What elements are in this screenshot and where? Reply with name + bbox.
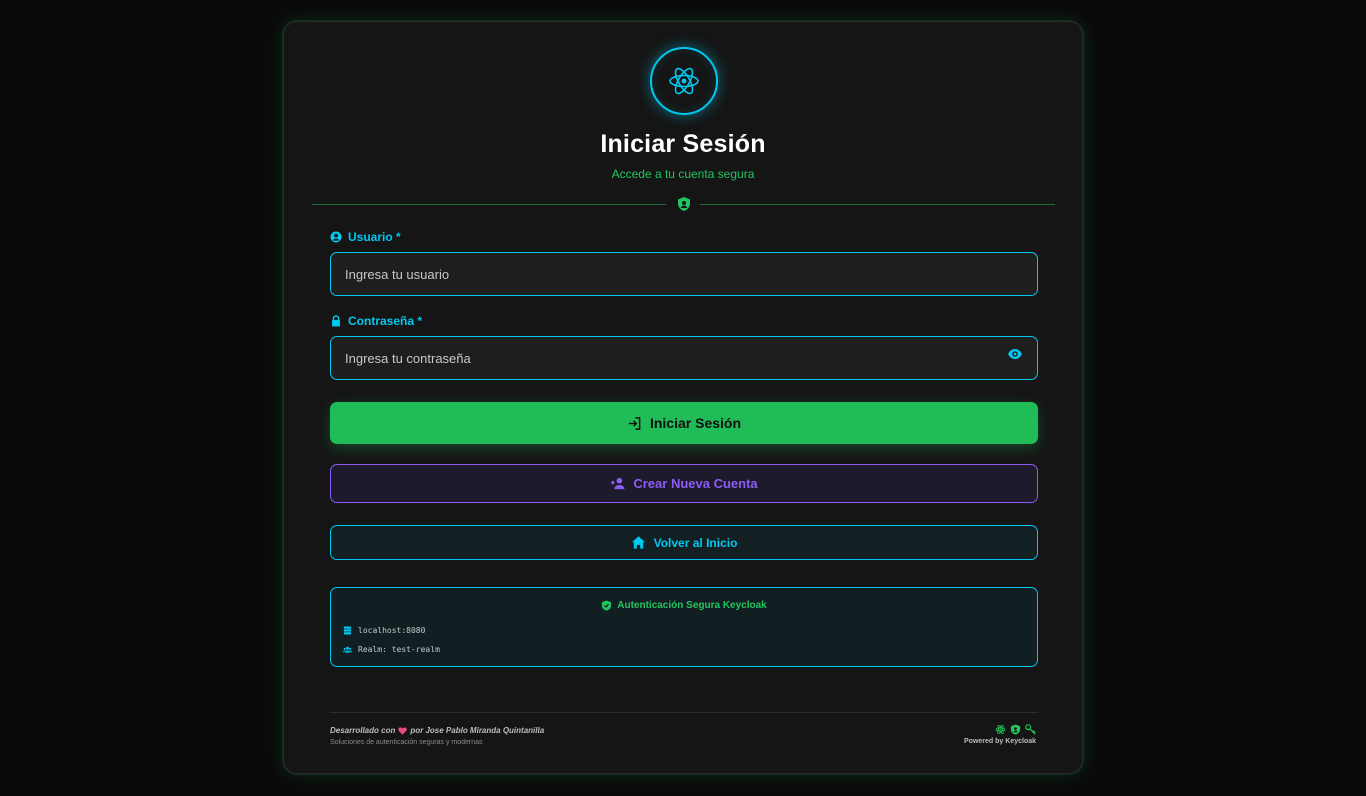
- react-icon: [995, 725, 1006, 734]
- user-circle-icon: [330, 231, 342, 243]
- password-input[interactable]: [330, 336, 1038, 380]
- create-account-label: Crear Nueva Cuenta: [633, 476, 758, 491]
- back-home-button[interactable]: Volver al Inicio: [330, 525, 1038, 560]
- password-label-text: Contraseña *: [348, 314, 423, 328]
- page-subtitle: Accede a tu cuenta segura: [611, 167, 755, 181]
- password-label: Contraseña *: [330, 314, 422, 328]
- page-title: Iniciar Sesión: [600, 130, 766, 158]
- back-home-label: Volver al Inicio: [653, 535, 738, 550]
- sign-in-icon: [628, 416, 641, 430]
- user-shield-icon: [678, 197, 690, 211]
- divider-right: [700, 204, 1055, 205]
- credit-prefix: Desarrollado con: [330, 726, 396, 735]
- shield-check-icon: [602, 600, 612, 611]
- footer-tagline: Soluciones de autenticación seguras y mo…: [330, 739, 483, 746]
- eye-icon[interactable]: [1007, 346, 1023, 362]
- keycloak-info-box: Autenticación Segura Keycloak localhost:…: [330, 587, 1038, 667]
- powered-by-text: Powered by Keycloak: [964, 738, 1036, 745]
- footer-divider: [330, 712, 1038, 713]
- username-label: Usuario *: [330, 230, 401, 244]
- user-plus-icon: [611, 477, 625, 490]
- react-atom-icon: [669, 67, 699, 95]
- login-button-label: Iniciar Sesión: [649, 415, 742, 431]
- divider-left: [312, 204, 666, 205]
- footer-credits: Desarrollado con por Jose Pablo Miranda …: [330, 726, 544, 746]
- users-icon: [343, 646, 352, 653]
- lock-icon: [332, 315, 340, 327]
- footer-icons: [964, 724, 1036, 735]
- info-title: Autenticación Segura Keycloak: [331, 600, 1037, 611]
- footer-powered-block: Powered by Keycloak: [964, 724, 1036, 745]
- heart-icon: [398, 726, 408, 735]
- user-shield-small-icon: [1010, 724, 1021, 735]
- credit-suffix: por Jose Pablo Miranda Quintanilla: [410, 726, 545, 735]
- server-row: localhost:8080: [343, 626, 425, 635]
- developer-credit: Desarrollado con por Jose Pablo Miranda …: [330, 726, 544, 735]
- username-input[interactable]: [330, 252, 1038, 296]
- login-button[interactable]: Iniciar Sesión: [330, 402, 1038, 444]
- info-title-text: Autenticación Segura Keycloak: [617, 600, 767, 611]
- login-card: Iniciar Sesión Accede a tu cuenta segura…: [283, 21, 1083, 774]
- realm-name: Realm: test-realm: [358, 645, 440, 654]
- logo-badge: [650, 47, 718, 115]
- home-icon: [631, 536, 645, 549]
- key-icon: [1025, 724, 1036, 735]
- create-account-button[interactable]: Crear Nueva Cuenta: [330, 464, 1038, 503]
- realm-row: Realm: test-realm: [343, 645, 440, 654]
- server-address: localhost:8080: [358, 626, 426, 635]
- username-label-text: Usuario *: [348, 230, 401, 244]
- server-icon: [343, 626, 352, 635]
